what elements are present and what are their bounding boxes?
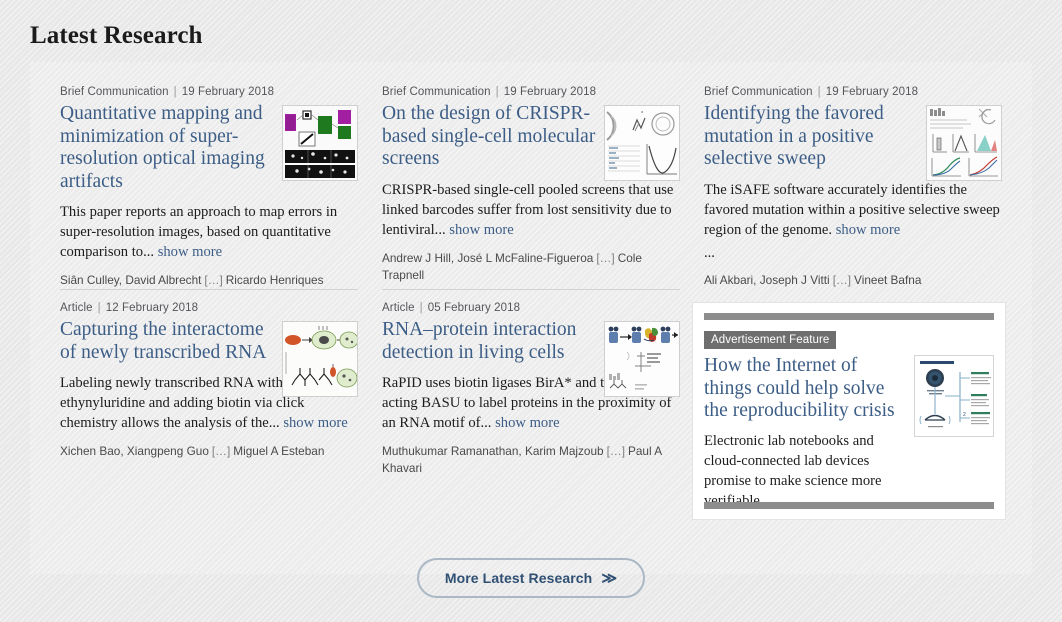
- authors-last: Miguel A Esteban: [233, 444, 325, 458]
- article-date: 19 February 2018: [503, 86, 597, 98]
- meta-separator: |: [173, 86, 177, 98]
- article-type: Brief Communication: [704, 86, 813, 98]
- authors-lead: Xichen Bao, Xiangpeng Guo: [60, 444, 209, 458]
- authors-lead: Muthukumar Ramanathan, Karim Majzoub: [382, 444, 604, 458]
- show-more-link[interactable]: show more: [158, 244, 222, 260]
- advertisement-badge: Advertisement Feature: [704, 331, 837, 349]
- latest-research-page: Latest Research Brief Communication | 19 F…: [0, 0, 1062, 622]
- article-authors: Muthukumar Ramanathan, Karim Majzoub […] P…: [382, 443, 680, 477]
- authors-ellipsis: […]: [606, 444, 625, 458]
- show-more-link[interactable]: show more: [836, 222, 900, 238]
- headline-wrap: RNA–protein interaction detection in liv…: [382, 319, 680, 397]
- page-title: Latest Research: [30, 22, 203, 49]
- article-card[interactable]: Article | 05 February 2018 RNA–protein i…: [370, 290, 692, 520]
- more-button-label: More Latest Research: [444, 570, 593, 586]
- article-summary: The iSAFE software accurately identifies…: [704, 180, 1002, 240]
- advertisement-bottom-rule: [704, 502, 994, 509]
- authors-ellipsis: […]: [211, 444, 231, 458]
- show-more-link[interactable]: show more: [449, 222, 513, 238]
- rna-cell-workflow-thumbnail: [283, 322, 357, 396]
- crispr-schematic-plot-thumbnail: a: [605, 106, 679, 180]
- meta-separator: |: [97, 302, 101, 314]
- article-meta: Brief Communication | 19 February 2018: [60, 86, 358, 98]
- summary-text: Labeling newly transcribed RNA with 5-et…: [60, 375, 305, 431]
- advertisement-card[interactable]: Advertisement Feature 2 How the Internet…: [692, 290, 1014, 520]
- article-thumbnail[interactable]: [926, 105, 1002, 181]
- article-meta: Brief Communication | 19 February 2018: [704, 86, 1002, 98]
- authors-lead: Andrew J Hill, José L McFaline-Figueroa: [382, 250, 594, 265]
- article-type: Brief Communication: [382, 86, 491, 98]
- article-thumbnail[interactable]: [282, 105, 358, 181]
- article-thumbnail[interactable]: [604, 321, 680, 397]
- authors-ellipsis: […]: [832, 272, 852, 287]
- article-authors: Xichen Bao, Xiangpeng Guo […] Miguel A Est…: [60, 443, 358, 460]
- article-date: 12 February 2018: [105, 302, 199, 314]
- authors-ellipsis: […]: [204, 273, 223, 287]
- article-authors: Andrew J Hill, José L McFaline-Figueroa[…: [382, 250, 680, 284]
- show-more-link[interactable]: show more: [495, 415, 559, 431]
- article-authors: Siân Culley, David Albrecht […] Ricardo He…: [60, 272, 358, 289]
- rna-protein-diagram-thumbnail: [605, 322, 679, 396]
- articles-panel: Brief Communication | 19 February 2018 Q…: [30, 62, 1032, 574]
- summary-overflow-ellipsis: ...: [704, 244, 715, 261]
- article-card[interactable]: Brief Communication | 19 February 2018: [692, 86, 1014, 289]
- article-meta: Article | 05 February 2018: [382, 302, 680, 314]
- article-type: Brief Communication: [60, 86, 169, 98]
- microscopy-panels-figure-thumbnail: [283, 106, 357, 180]
- headline-wrap: Identifying the favored mutation in a po…: [704, 103, 1002, 181]
- double-chevron-right-icon: ≫: [601, 569, 618, 587]
- authors-lead: Siân Culley, David Albrecht: [60, 273, 202, 287]
- article-thumbnail[interactable]: [282, 321, 358, 397]
- authors-last: Vineet Bafna: [854, 272, 922, 287]
- svg-text:2: 2: [963, 412, 966, 418]
- article-summary: This paper reports an approach to map er…: [60, 202, 358, 262]
- summary-text: CRISPR-based single-cell pooled screens …: [382, 181, 674, 238]
- more-latest-research-button[interactable]: More Latest Research ≫: [416, 558, 646, 598]
- authors-ellipsis: […]: [596, 250, 615, 265]
- show-more-link[interactable]: show more: [283, 415, 347, 431]
- more-button-row: More Latest Research ≫: [0, 558, 1062, 598]
- headline-wrap: Capturing the interactome of newly trans…: [60, 319, 358, 397]
- meta-separator: |: [495, 86, 499, 98]
- genome-sweep-plots-thumbnail: [927, 106, 1001, 180]
- article-type: Article: [382, 302, 415, 314]
- article-thumbnail[interactable]: a: [604, 105, 680, 181]
- iot-lab-network-diagram-thumbnail: 2: [915, 356, 993, 436]
- article-date: 19 February 2018: [825, 86, 919, 98]
- headline-wrap: Quantitative mapping and minimization of…: [60, 103, 358, 193]
- article-date: 05 February 2018: [427, 302, 521, 314]
- article-summary: CRISPR-based single-cell pooled screens …: [382, 180, 680, 240]
- article-authors: Ali Akbari, Joseph J Vitti […] Vineet Bafn…: [704, 272, 1002, 289]
- article-card[interactable]: Brief Communication | 19 February 2018: [48, 86, 370, 289]
- article-card[interactable]: Brief Communication | 19 February 2018: [370, 86, 692, 289]
- advertisement-summary: Electronic lab notebooks and cloud-conne…: [704, 432, 882, 509]
- article-type: Article: [60, 302, 93, 314]
- authors-lead: Ali Akbari, Joseph J Vitti: [704, 272, 830, 287]
- advertisement-thumbnail[interactable]: 2: [914, 355, 994, 437]
- article-meta: Brief Communication | 19 February 2018: [382, 86, 680, 98]
- headline-wrap: a On the design of CRISPR-based single-c…: [382, 103, 680, 181]
- articles-grid: Brief Communication | 19 February 2018 Q…: [48, 86, 1014, 520]
- meta-separator: |: [817, 86, 821, 98]
- meta-separator: |: [419, 302, 423, 314]
- advertisement-top-rule: [704, 313, 994, 320]
- article-card[interactable]: Article | 12 February 2018 Capturing the…: [48, 290, 370, 520]
- article-date: 19 February 2018: [181, 86, 275, 98]
- authors-last: Ricardo Henriques: [225, 273, 324, 287]
- article-meta: Article | 12 February 2018: [60, 302, 358, 314]
- advertisement-box: Advertisement Feature 2 How the Internet…: [692, 302, 1006, 520]
